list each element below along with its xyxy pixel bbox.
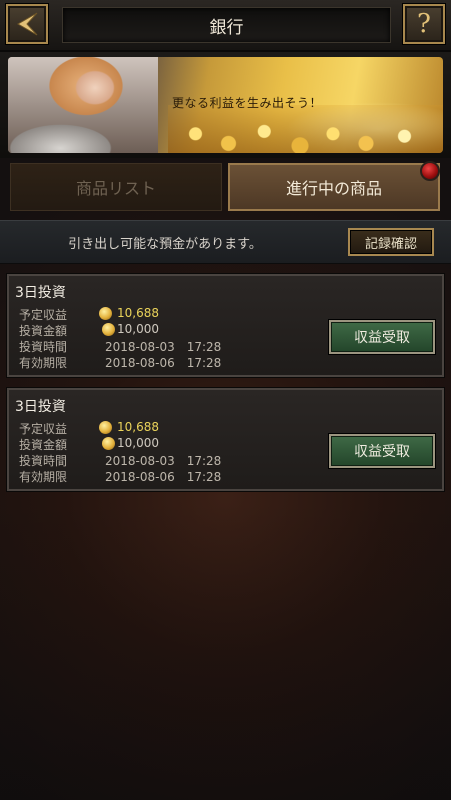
claim-profit-button[interactable]: 収益受取 [329,320,435,354]
gold-coin-icon [99,307,112,320]
character-portrait [8,57,158,153]
help-button[interactable]: ? [403,4,445,44]
withdrawal-notice: 引き出し可能な預金があります。 記録確認 [0,220,451,264]
gold-coins-illustration [168,105,443,153]
tab-label: 商品リスト [75,179,156,198]
investment-time-label: 投資時間 [19,454,68,468]
tab-product-list[interactable]: 商品リスト [10,163,222,211]
investment-card: 3日投資 予定収益 10,688 投資金額 10,000 投資時間 2018-0… [7,388,444,491]
expiry-value: 2018-08-06 17:28 [105,356,222,370]
investment-amount-value: 10,000 [117,322,159,336]
notice-text: 引き出し可能な預金があります。 [68,237,262,252]
tab-in-progress[interactable]: 進行中の商品 [228,161,440,211]
investment-amount-value: 10,000 [117,436,159,450]
page-title: 銀行 [62,7,391,43]
investment-title: 3日投資 [15,399,66,415]
banner-text: 更なる利益を生み出そう！ [172,96,323,110]
investment-time-value: 2018-08-03 17:28 [105,454,222,468]
banner-frame: 更なる利益を生み出そう！ [0,52,451,158]
claim-profit-button[interactable]: 収益受取 [329,434,435,468]
expected-profit-label: 予定収益 [19,422,68,436]
expected-profit-label: 予定収益 [19,308,68,322]
gold-coin-icon [102,437,115,450]
back-button[interactable] [6,4,48,44]
promo-banner: 更なる利益を生み出そう！ [8,57,443,153]
question-mark-icon: ? [417,9,431,39]
expected-profit-value: 10,688 [117,420,159,434]
back-arrow-icon [17,12,38,36]
header-bar: 銀行 ? [0,0,451,52]
investment-title: 3日投資 [15,285,66,301]
expected-profit-value: 10,688 [117,306,159,320]
background-vignette [0,500,451,800]
investment-card: 3日投資 予定収益 10,688 投資金額 10,000 投資時間 2018-0… [7,274,444,377]
view-records-button[interactable]: 記録確認 [348,228,434,256]
notification-dot-icon [420,161,440,181]
expiry-value: 2018-08-06 17:28 [105,470,222,484]
expiry-label: 有効期限 [19,470,68,484]
investment-amount-label: 投資金額 [19,324,68,338]
tab-label: 進行中の商品 [285,179,382,198]
investment-time-value: 2018-08-03 17:28 [105,340,222,354]
expiry-label: 有効期限 [19,356,68,370]
investment-time-label: 投資時間 [19,340,68,354]
gold-coin-icon [99,421,112,434]
investment-amount-label: 投資金額 [19,438,68,452]
gold-coin-icon [102,323,115,336]
